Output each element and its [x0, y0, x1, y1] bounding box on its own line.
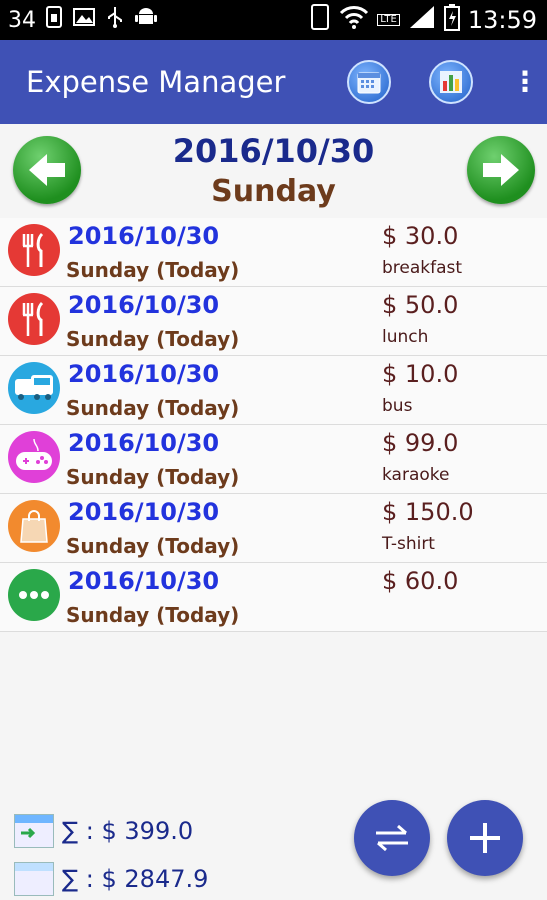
app-title: Expense Manager	[26, 65, 286, 99]
expense-row[interactable]: 2016/10/30 Sunday (Today) $ 150.0 T-shir…	[0, 494, 547, 563]
expense-row[interactable]: 2016/10/30 Sunday (Today) $ 30.0 breakfa…	[0, 218, 547, 287]
expense-row[interactable]: 2016/10/30 Sunday (Today) $ 99.0 karaoke	[0, 425, 547, 494]
expense-amount: $ 30.0	[382, 222, 459, 250]
notification-count: 34	[8, 7, 36, 33]
expense-date: 2016/10/30	[68, 498, 220, 526]
day-total-value: ∑ : $ 399.0	[62, 817, 194, 845]
calendar-export-icon	[14, 814, 54, 848]
status-time: 13:59	[467, 6, 537, 34]
status-bar: 34 LTE 13:59	[0, 0, 547, 40]
expense-note: karaoke	[382, 465, 450, 485]
expense-note: T-shirt	[382, 534, 435, 554]
arrow-right-icon	[483, 154, 519, 186]
header-day: Sunday	[211, 174, 336, 209]
next-day-button[interactable]	[467, 136, 535, 204]
day-total: ∑ : $ 399.0	[14, 814, 193, 848]
chart-button[interactable]	[429, 60, 473, 104]
expense-row[interactable]: 2016/10/30 Sunday (Today) $ 50.0 lunch	[0, 287, 547, 356]
overall-total: ∑ : $ 2847.9	[14, 862, 208, 896]
more-category-icon	[8, 569, 60, 621]
calendar-button[interactable]	[347, 60, 391, 104]
expense-date: 2016/10/30	[68, 360, 220, 388]
date-navigator: 2016/10/30 Sunday	[0, 124, 547, 220]
expense-day: Sunday (Today)	[66, 465, 240, 489]
lte-signal-icon: LTE	[377, 14, 400, 26]
overall-total-value: ∑ : $ 2847.9	[62, 865, 209, 893]
expense-list: 2016/10/30 Sunday (Today) $ 30.0 breakfa…	[0, 218, 547, 632]
image-icon	[72, 6, 96, 34]
app-bar: Expense Manager ⋮	[0, 40, 547, 124]
expense-amount: $ 60.0	[382, 567, 459, 595]
android-icon	[134, 5, 158, 35]
header-date: 2016/10/30	[172, 132, 375, 170]
usb-icon	[106, 5, 124, 35]
expense-day: Sunday (Today)	[66, 534, 240, 558]
overflow-menu-icon: ⋮	[511, 65, 539, 98]
transport-category-icon	[8, 362, 60, 414]
switch-view-button[interactable]	[354, 800, 430, 876]
wifi-icon	[339, 5, 369, 35]
expense-day: Sunday (Today)	[66, 258, 240, 282]
expense-date: 2016/10/30	[68, 567, 220, 595]
expense-amount: $ 50.0	[382, 291, 459, 319]
expense-row[interactable]: 2016/10/30 Sunday (Today) $ 10.0 bus	[0, 356, 547, 425]
expense-amount: $ 150.0	[382, 498, 474, 526]
expense-date: 2016/10/30	[68, 429, 220, 457]
rotation-icon	[309, 3, 331, 37]
food-category-icon	[8, 224, 60, 276]
expense-date: 2016/10/30	[68, 222, 220, 250]
expense-row[interactable]: 2016/10/30 Sunday (Today) $ 60.0	[0, 563, 547, 632]
expense-amount: $ 10.0	[382, 360, 459, 388]
network-label: LTE	[377, 14, 400, 26]
expense-amount: $ 99.0	[382, 429, 459, 457]
cell-signal-icon	[408, 4, 436, 36]
calendar-icon	[357, 72, 381, 94]
plus-icon	[470, 823, 500, 853]
calendar-summary-icon	[14, 862, 54, 896]
app-screen: 34 LTE 13:59 Expense Manager ⋮ 2016/10/3…	[0, 0, 547, 900]
expense-note: lunch	[382, 327, 429, 347]
sim-card-icon	[46, 6, 62, 34]
add-expense-button[interactable]	[447, 800, 523, 876]
expense-note: bus	[382, 396, 413, 416]
food-category-icon	[8, 293, 60, 345]
expense-date: 2016/10/30	[68, 291, 220, 319]
swap-arrows-icon	[376, 824, 408, 852]
expense-note: breakfast	[382, 258, 463, 278]
expense-day: Sunday (Today)	[66, 603, 240, 627]
battery-icon	[443, 3, 460, 37]
expense-day: Sunday (Today)	[66, 396, 240, 420]
overflow-menu-button[interactable]: ⋮	[511, 68, 539, 96]
shopping-bag-category-icon	[8, 500, 60, 552]
expense-day: Sunday (Today)	[66, 327, 240, 351]
chart-icon	[440, 71, 462, 93]
gamepad-category-icon	[8, 431, 60, 483]
